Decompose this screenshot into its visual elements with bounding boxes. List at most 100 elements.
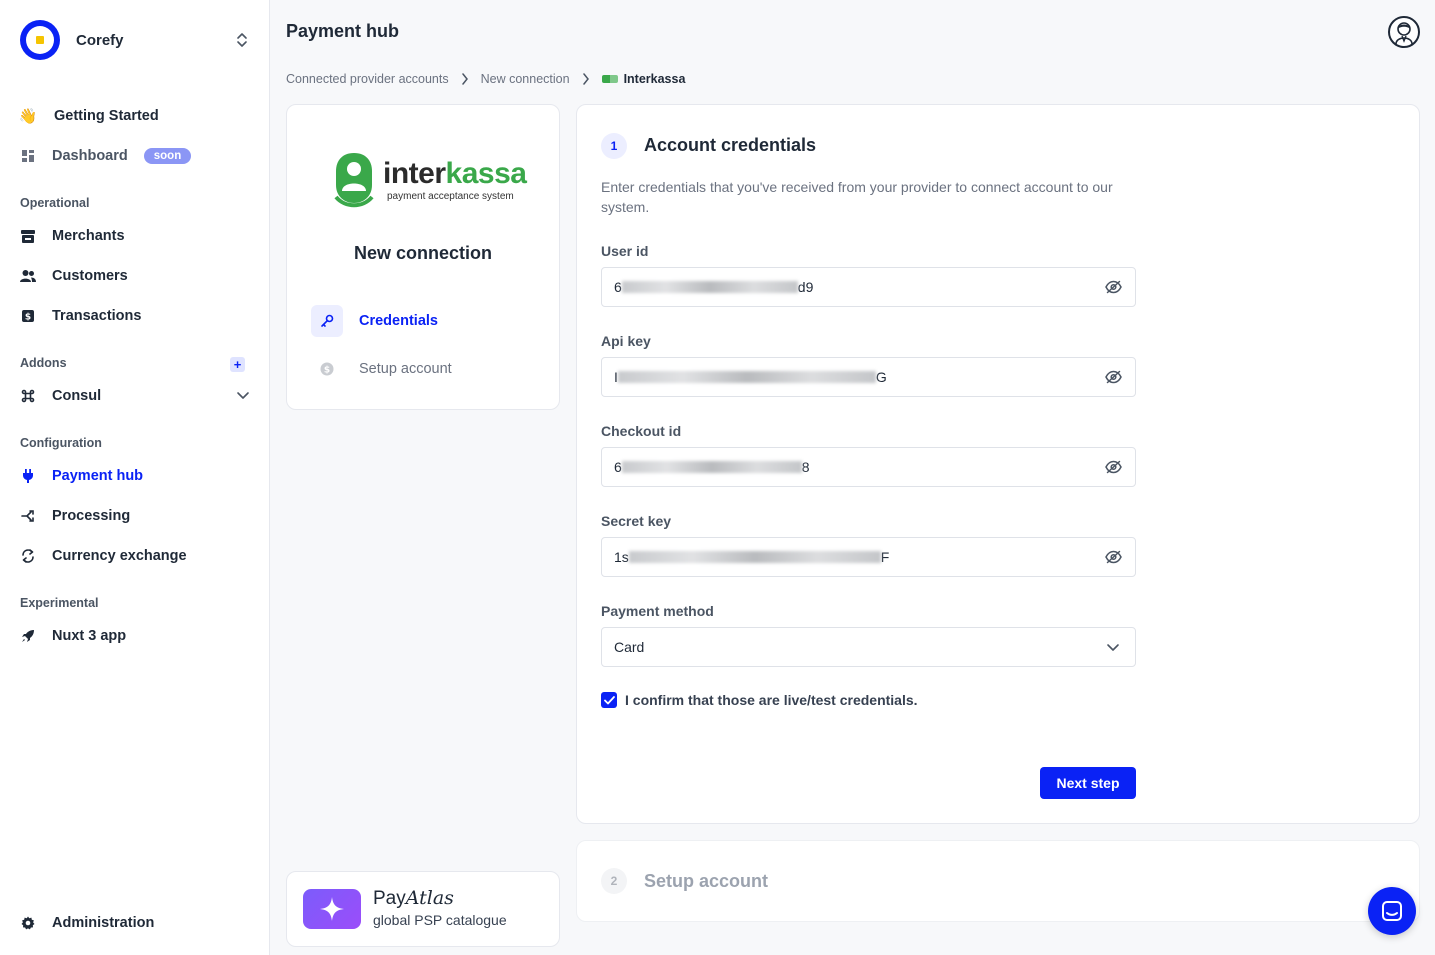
setup-account-card[interactable]: 2 Setup account: [576, 840, 1420, 922]
next-step-button[interactable]: Next step: [1040, 767, 1136, 799]
user-avatar-icon: [1395, 22, 1413, 44]
payatlas-promo-card[interactable]: PayAtlas global PSP catalogue: [286, 871, 560, 947]
step-number-badge: 2: [601, 868, 627, 894]
interkassa-mark-icon: [333, 151, 375, 209]
add-addon-button[interactable]: +: [230, 357, 245, 372]
interkassa-tagline: payment acceptance system: [387, 190, 514, 202]
interkassa-logo: interkassa payment acceptance system: [333, 151, 527, 209]
chevron-right-icon: [582, 73, 590, 85]
secret-key-label: Secret key: [601, 513, 672, 529]
dollar-receipt-icon: $: [20, 308, 36, 324]
chevron-right-icon: [461, 73, 469, 85]
dashboard-icon: [20, 148, 36, 164]
chevron-down-icon: [236, 388, 250, 407]
payment-method-select[interactable]: Card: [601, 627, 1136, 667]
page-title: Payment hub: [286, 21, 400, 41]
sidebar-item-label: Customers: [52, 268, 128, 284]
corefy-logo: [20, 20, 60, 60]
step-label: Setup account: [359, 361, 452, 377]
payatlas-subtitle: global PSP catalogue: [373, 912, 507, 928]
sidebar-item-dashboard[interactable]: Dashboard soon: [20, 141, 250, 171]
chat-icon: [1382, 901, 1402, 921]
sidebar-item-getting-started[interactable]: 👋 Getting Started: [18, 101, 250, 131]
api-key-field[interactable]: IG: [601, 357, 1136, 397]
eye-off-icon[interactable]: [1103, 547, 1123, 567]
interkassa-wordmark-b: kassa: [445, 156, 527, 190]
command-icon: [20, 388, 36, 404]
masked-value: 1s F: [614, 549, 890, 565]
sidebar-item-merchants[interactable]: Merchants: [20, 221, 250, 251]
form-description: Enter credentials that you've received f…: [601, 179, 1113, 215]
payment-method-label: Payment method: [601, 603, 714, 619]
workspace-switcher[interactable]: Corefy: [20, 20, 250, 60]
breadcrumb: Connected provider accounts New connecti…: [286, 72, 685, 86]
sidebar-item-currency-exchange[interactable]: Currency exchange: [20, 541, 250, 571]
checkout-id-field[interactable]: 68: [601, 447, 1136, 487]
step-number-badge: 1: [601, 133, 627, 159]
masked-value: IG: [614, 369, 887, 385]
sidebar-item-transactions[interactable]: $ Transactions: [20, 301, 250, 331]
section-label-experimental: Experimental: [20, 596, 99, 610]
support-chat-button[interactable]: [1368, 887, 1416, 935]
svg-text:$: $: [25, 313, 31, 323]
sidebar-item-payment-hub[interactable]: Payment hub: [20, 461, 250, 491]
sidebar-item-processing[interactable]: Processing: [20, 501, 250, 531]
sparkle-icon: [303, 889, 361, 929]
sidebar-item-label: Nuxt 3 app: [52, 628, 127, 644]
payatlas-title: PayAtlas: [373, 887, 454, 909]
sidebar-item-label: Consul: [52, 388, 102, 404]
breadcrumb-current: Interkassa: [601, 72, 685, 86]
split-arrows-icon: [20, 508, 36, 524]
svg-text:$: $: [324, 365, 330, 375]
sidebar-item-customers[interactable]: Customers: [20, 261, 250, 291]
section-label-configuration: Configuration: [20, 436, 102, 450]
eye-off-icon[interactable]: [1103, 457, 1123, 477]
user-avatar[interactable]: [1388, 16, 1420, 48]
sidebar-item-label: Administration: [52, 915, 155, 931]
step-label: Credentials: [359, 313, 438, 329]
gear-icon: [20, 915, 36, 931]
connection-steps-card: interkassa payment acceptance system New…: [286, 104, 560, 410]
user-id-field[interactable]: 6 d9: [601, 267, 1136, 307]
credentials-form-card: 1 Account credentials Enter credentials …: [576, 104, 1420, 824]
interkassa-mini-logo: [601, 75, 618, 83]
section-label-addons: Addons: [20, 356, 67, 370]
payment-method-value: Card: [614, 639, 645, 655]
sidebar-item-label: Currency exchange: [52, 548, 187, 564]
sidebar-item-administration[interactable]: Administration: [20, 908, 250, 938]
workspace-name: Corefy: [76, 31, 124, 49]
sidebar: Corefy 👋 Getting Started Dashboard soon …: [0, 0, 270, 955]
sidebar-item-consul[interactable]: Consul: [20, 381, 250, 411]
chevron-up-down-icon: [234, 30, 250, 50]
sidebar-item-label: Payment hub: [52, 468, 144, 484]
waving-hand-icon: 👋: [18, 108, 38, 125]
key-icon: [311, 305, 343, 337]
store-icon: [20, 228, 36, 244]
connection-title: New connection: [353, 243, 492, 263]
chevron-down-icon: [1103, 637, 1123, 657]
step-setup-account[interactable]: $ Setup account: [311, 353, 541, 385]
users-icon: [20, 268, 36, 284]
api-key-label: Api key: [601, 333, 651, 349]
confirm-credentials-checkbox[interactable]: I confirm that those are live/test crede…: [601, 692, 918, 708]
rocket-icon: [20, 628, 36, 644]
dollar-coin-icon: $: [311, 353, 343, 385]
masked-value: 68: [614, 459, 810, 475]
plug-icon: [20, 468, 36, 484]
breadcrumb-connected-accounts[interactable]: Connected provider accounts: [286, 72, 449, 86]
section-label-operational: Operational: [20, 196, 90, 210]
confirm-label: I confirm that those are live/test crede…: [625, 692, 918, 708]
interkassa-wordmark-a: inter: [383, 156, 446, 190]
form-title: Account credentials: [644, 135, 817, 155]
breadcrumb-new-connection[interactable]: New connection: [481, 72, 570, 86]
setup-title: Setup account: [644, 871, 769, 891]
step-credentials[interactable]: Credentials: [311, 305, 541, 337]
secret-key-field[interactable]: 1s F: [601, 537, 1136, 577]
eye-off-icon[interactable]: [1103, 367, 1123, 387]
sidebar-item-label: Processing: [52, 508, 131, 524]
sidebar-item-label: Dashboard: [52, 148, 128, 164]
masked-value: 6 d9: [614, 279, 814, 295]
soon-badge: soon: [143, 148, 192, 164]
eye-off-icon[interactable]: [1103, 277, 1123, 297]
sidebar-item-nuxt[interactable]: Nuxt 3 app: [20, 621, 250, 651]
